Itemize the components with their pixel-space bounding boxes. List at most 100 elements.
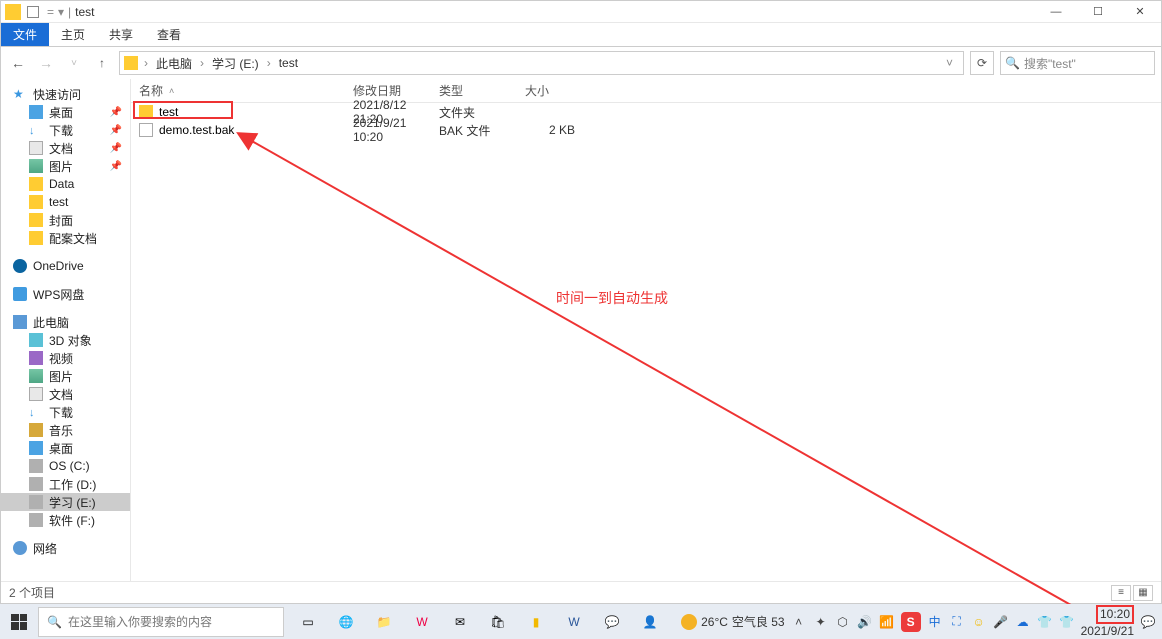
picture-icon [29,159,43,173]
folder-icon [29,195,43,209]
tray-icon[interactable]: ⬡ [835,614,851,630]
col-date[interactable]: 修改日期 [353,82,439,99]
tray-icon[interactable]: 👕 [1059,614,1075,630]
forward-button[interactable]: → [35,52,57,74]
path-dropdown[interactable]: ˅ [940,56,959,70]
wps-app[interactable]: W [404,605,440,638]
volume-icon[interactable]: 🔊 [857,614,873,630]
sb-thispc[interactable]: 此电脑 [1,313,130,331]
sb-3d[interactable]: 3D 对象 [1,331,130,349]
avatar-app[interactable]: 👤 [632,605,668,638]
dropdown-caret-icon[interactable]: ▾ [58,5,64,19]
tray-icon[interactable]: ☺ [971,614,987,630]
file-row[interactable]: test 2021/8/12 21:20 文件夹 [131,103,1161,121]
tray-icon[interactable]: ⛶ [949,614,965,630]
sb-wps[interactable]: WPS网盘 [1,285,130,303]
crumb-folder[interactable]: test [275,56,302,70]
sb-drive-f[interactable]: 软件 (F:) [1,511,130,529]
view-large-button[interactable]: ▦ [1133,585,1153,601]
refresh-button[interactable]: ⟳ [970,51,994,75]
explorer-window: = ▾ | test — ☐ ✕ 文件 主页 共享 查看 ← → ˅ ↑ › 此… [0,0,1162,604]
ribbon-view-tab[interactable]: 查看 [145,23,193,46]
col-name[interactable]: 名称˄ [131,82,353,99]
taskbar-search[interactable]: 🔍在这里输入你要搜索的内容 [38,607,284,637]
sb-downloads2[interactable]: 下载 [1,403,130,421]
doc-icon [29,141,43,155]
sb-music[interactable]: 音乐 [1,421,130,439]
clock[interactable]: 10:20 2021/9/21 [1081,605,1134,638]
tray-icon[interactable]: 👕 [1037,614,1053,630]
chevron-up-icon[interactable]: ˄ [791,614,807,630]
col-type[interactable]: 类型 [439,82,525,99]
ribbon-file-tab[interactable]: 文件 [1,23,49,46]
file-row[interactable]: demo.test.bak 2021/9/21 10:20 BAK 文件 2 K… [131,121,1161,139]
close-button[interactable]: ✕ [1119,1,1161,23]
folder-icon [5,4,21,20]
start-button[interactable] [0,604,38,639]
down-icon [29,123,43,137]
search-box[interactable]: 🔍 搜索"test" [1000,51,1155,75]
up-button[interactable]: ↑ [91,52,113,74]
nav-sidebar[interactable]: 快速访问 桌面📌 下载📌 文档📌 图片📌 Data test 封面 配案文档 O… [1,79,131,581]
titlebar: = ▾ | test — ☐ ✕ [1,1,1161,23]
mic-icon[interactable]: 🎤 [993,614,1009,630]
crumb-drive[interactable]: 学习 (E:) [208,55,263,72]
folder-icon [29,231,43,245]
chevron-right-icon[interactable]: › [142,56,150,70]
history-dropdown[interactable]: ˅ [63,52,85,74]
title-sep: = [47,5,54,19]
ribbon-share-tab[interactable]: 共享 [97,23,145,46]
sb-documents[interactable]: 文档📌 [1,139,130,157]
edge-app[interactable]: 🌐 [328,605,364,638]
sb-downloads[interactable]: 下载📌 [1,121,130,139]
sb-drive-c[interactable]: OS (C:) [1,457,130,475]
sb-test[interactable]: test [1,193,130,211]
sb-quick-access[interactable]: 快速访问 [1,85,130,103]
mail-app[interactable]: ✉ [442,605,478,638]
ime-mode[interactable]: 中 [927,614,943,630]
sogou-ime-icon[interactable]: S [901,612,921,632]
tray-icon[interactable]: ☁ [1015,614,1031,630]
sb-onedrive[interactable]: OneDrive [1,257,130,275]
drive-icon [29,477,43,491]
sun-icon [681,614,697,630]
crumb-pc[interactable]: 此电脑 [152,55,196,72]
view-details-button[interactable]: ≡ [1111,585,1131,601]
file-type: BAK 文件 [439,122,525,139]
pin-icon: 📌 [110,107,122,118]
explorer-app[interactable]: 📁 [366,605,402,638]
sb-config[interactable]: 配案文档 [1,229,130,247]
breadcrumb-bar[interactable]: › 此电脑 › 学习 (E:) › test ˅ [119,51,964,75]
chevron-right-icon[interactable]: › [265,56,273,70]
sb-documents2[interactable]: 文档 [1,385,130,403]
sb-video[interactable]: 视频 [1,349,130,367]
wechat-app[interactable]: 💬 [594,605,630,638]
sb-desktop2[interactable]: 桌面 [1,439,130,457]
wps-icon [13,287,27,301]
ribbon-home-tab[interactable]: 主页 [49,23,97,46]
sb-pictures[interactable]: 图片📌 [1,157,130,175]
powerbi-app[interactable]: ▮ [518,605,554,638]
tray-icon[interactable]: ✦ [813,614,829,630]
clock-time: 10:20 [1096,605,1134,623]
sb-drive-d[interactable]: 工作 (D:) [1,475,130,493]
sb-drive-e[interactable]: 学习 (E:) [1,493,130,511]
sb-cover[interactable]: 封面 [1,211,130,229]
back-button[interactable]: ← [7,52,29,74]
minimize-button[interactable]: — [1035,1,1077,23]
sb-desktop[interactable]: 桌面📌 [1,103,130,121]
sb-network[interactable]: 网络 [1,539,130,557]
store-app[interactable]: 🛍 [480,605,516,638]
sb-pictures2[interactable]: 图片 [1,367,130,385]
maximize-button[interactable]: ☐ [1077,1,1119,23]
notification-icon[interactable]: 💬 [1140,614,1156,630]
taskview-button[interactable]: ▭ [290,605,326,638]
col-size[interactable]: 大小 [525,82,605,99]
star-icon [13,87,27,101]
word-app[interactable]: W [556,605,592,638]
sb-data[interactable]: Data [1,175,130,193]
wifi-icon[interactable]: 📶 [879,614,895,630]
folder-icon [29,213,43,227]
chevron-right-icon[interactable]: › [198,56,206,70]
weather-widget[interactable]: 26°C 空气良 53 [681,613,785,630]
